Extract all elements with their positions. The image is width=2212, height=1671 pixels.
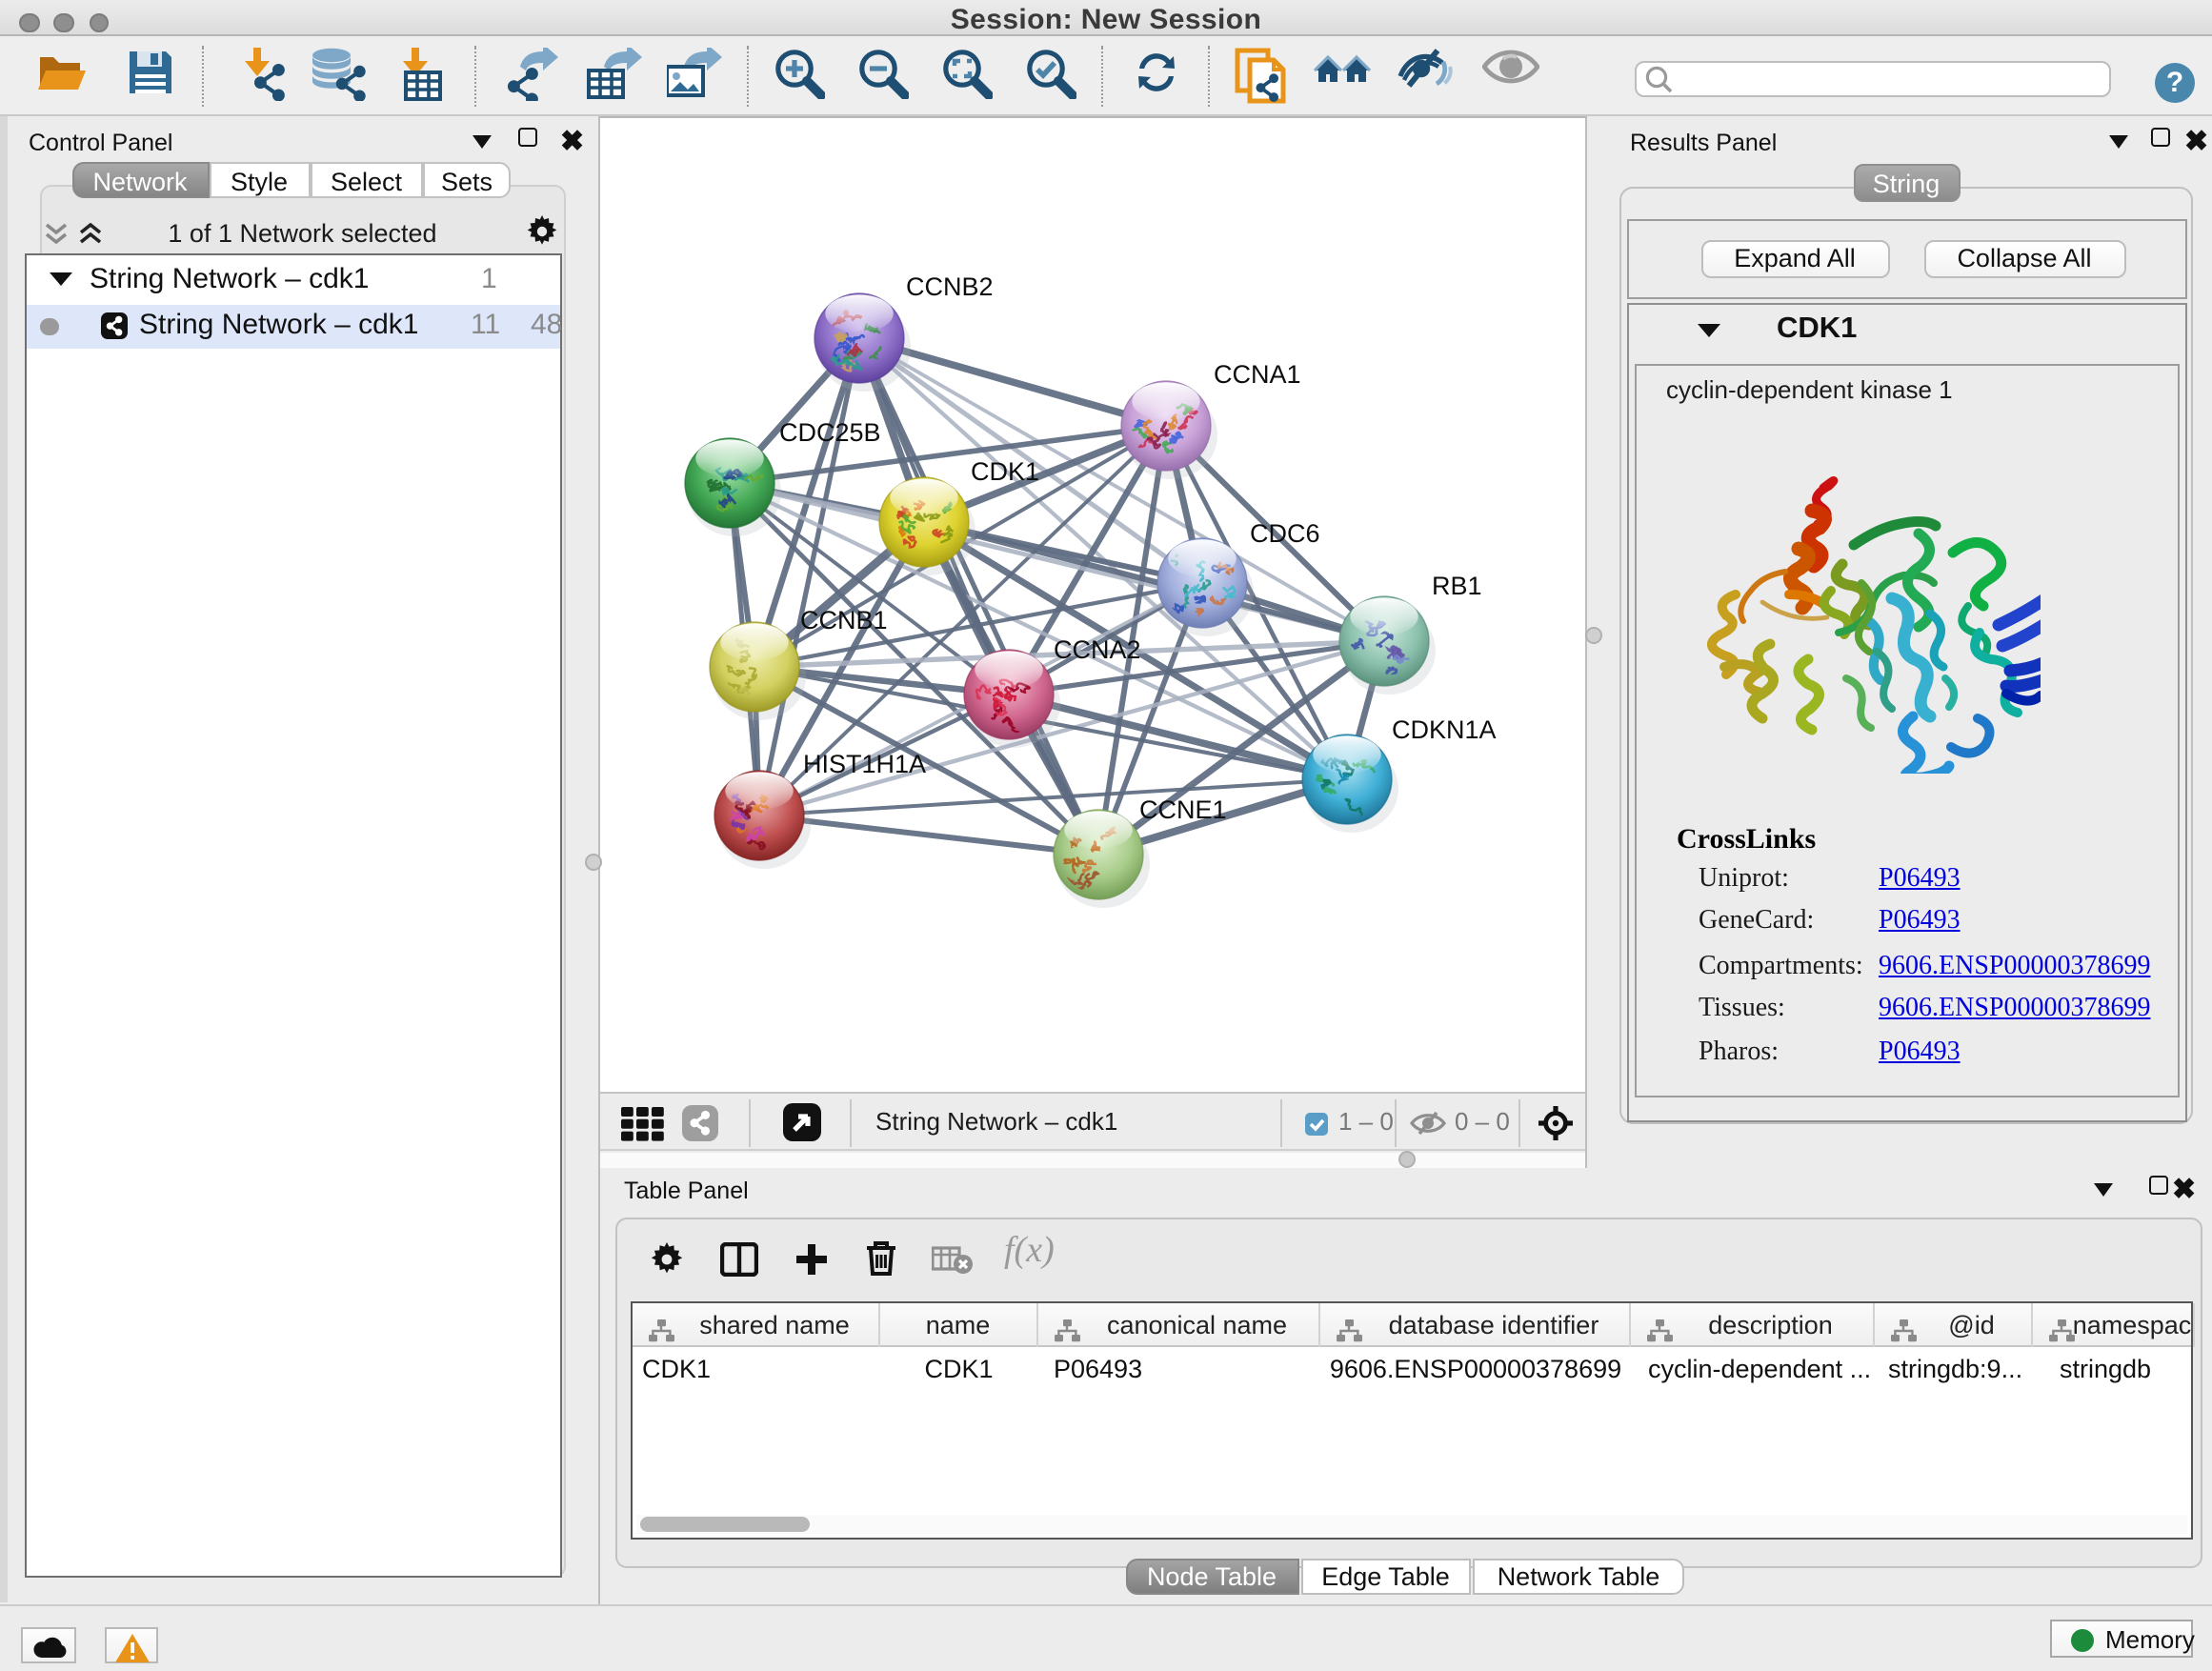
svg-text:CCNA2: CCNA2 — [1053, 635, 1140, 664]
svg-text:CDKN1A: CDKN1A — [1391, 715, 1496, 744]
svg-text:RB1: RB1 — [1431, 572, 1481, 600]
svg-text:CCNE1: CCNE1 — [1138, 795, 1226, 824]
svg-text:CDK1: CDK1 — [970, 457, 1038, 486]
svg-text:CCNB1: CCNB1 — [799, 606, 887, 634]
svg-text:CDC25B: CDC25B — [778, 418, 880, 447]
svg-text:CCNA1: CCNA1 — [1213, 360, 1300, 389]
svg-text:CCNB2: CCNB2 — [905, 272, 993, 301]
svg-text:CDC6: CDC6 — [1249, 519, 1319, 548]
svg-text:HIST1H1A: HIST1H1A — [802, 750, 925, 778]
